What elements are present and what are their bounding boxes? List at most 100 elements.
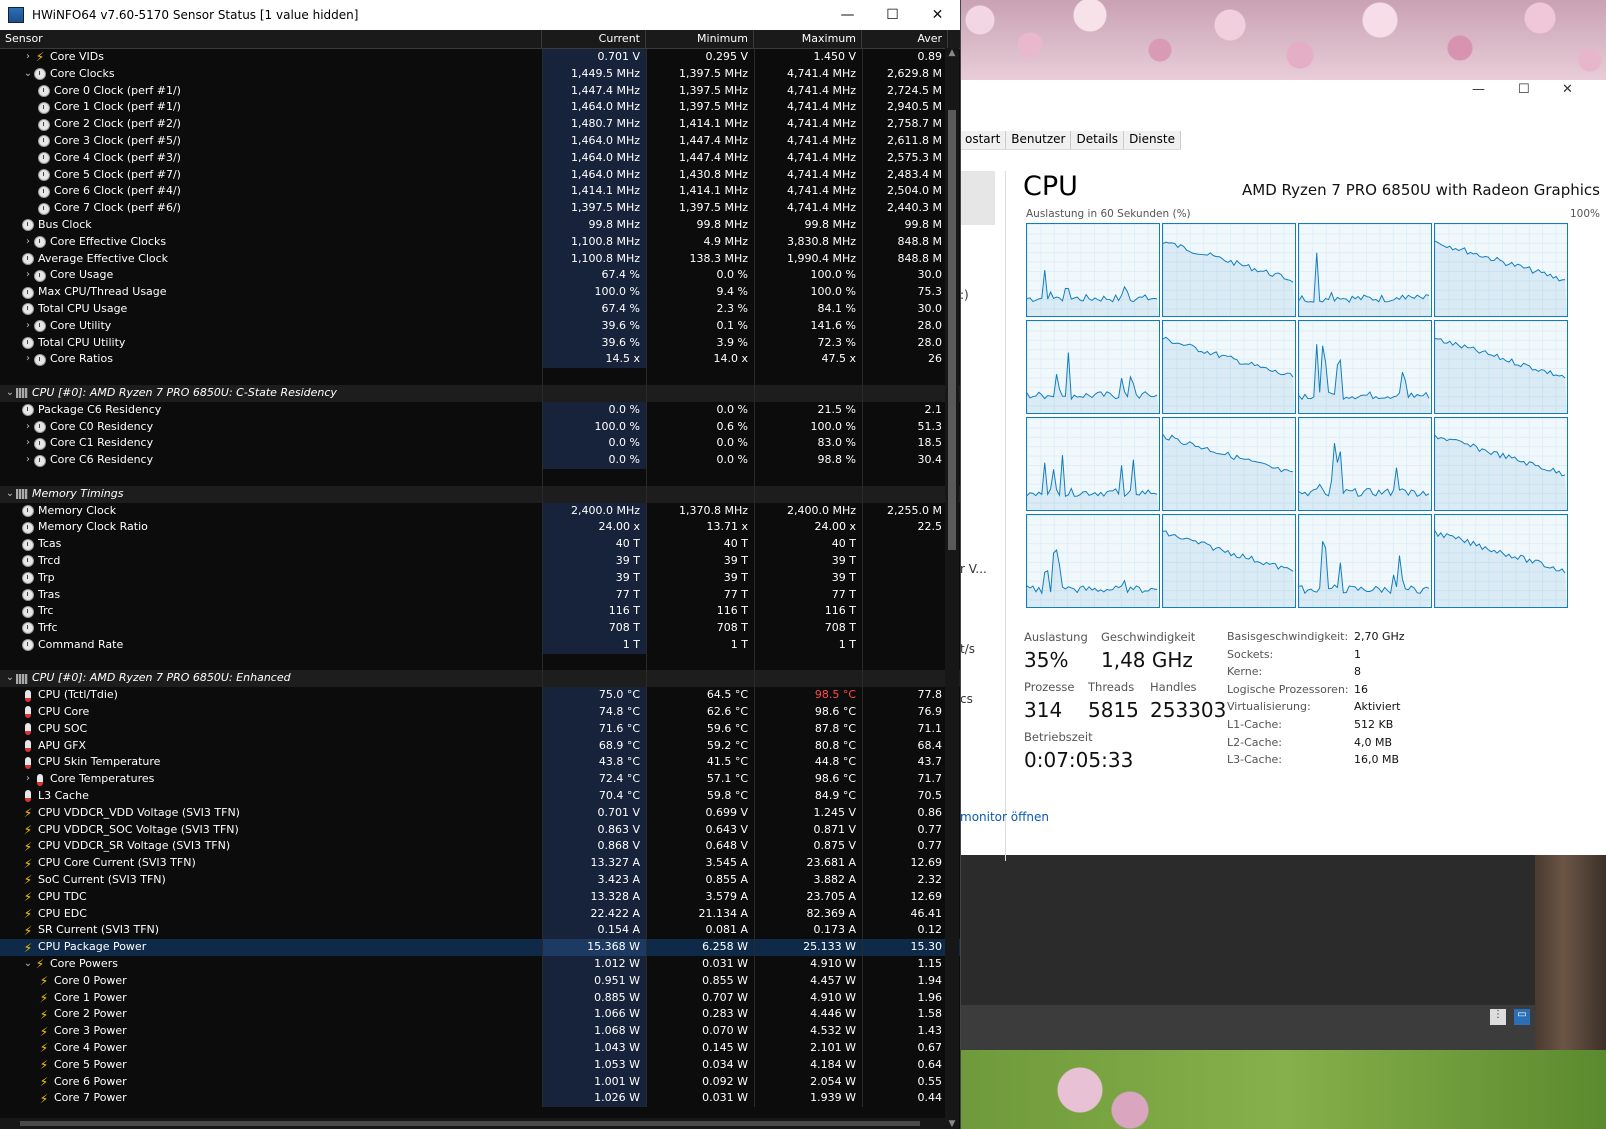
scroll-down-icon[interactable]: ▼ bbox=[945, 1119, 959, 1129]
table-row[interactable]: ⚡ Core 4 Power 1.043 W 0.145 W 2.101 W 0.67 bbox=[0, 1040, 960, 1057]
column-header-sensor[interactable]: Sensor bbox=[0, 30, 542, 48]
chevron-right-icon[interactable]: › bbox=[22, 267, 34, 284]
table-row[interactable]: ⚡ Core 1 Power 0.885 W 0.707 W 4.910 W 1.96 bbox=[0, 989, 960, 1007]
table-row[interactable]: Trcd 39 T 39 T 39 T bbox=[0, 552, 960, 570]
minimize-icon[interactable]: — bbox=[1472, 82, 1485, 97]
table-row[interactable]: ⚡ Core 0 Power 0.951 W 0.855 W 4.457 W 1.94 bbox=[0, 972, 960, 990]
table-row[interactable]: Total CPU Usage 67.4 % 2.3 % 84.1 % 30.0 bbox=[0, 300, 960, 318]
table-row[interactable]: Core 1 Clock (perf #1/) 1,464.0 MHz 1,397.… bbox=[0, 99, 960, 117]
vertical-scrollbar[interactable]: ▲ ▼ bbox=[945, 48, 959, 1129]
table-row[interactable]: ⌄ ⚡ Core Powers 1.012 W 0.031 W 4.910 W 1.15 bbox=[0, 956, 960, 973]
table-row[interactable]: ⚡ CPU VDDCR_VDD Voltage (SVI3 TFN) 0.701 V… bbox=[0, 804, 960, 822]
table-row[interactable]: › Core C0 Residency 100.0 % 0.6 % 100.0 % 51.… bbox=[0, 418, 960, 436]
table-row[interactable]: › ⚡ Core VIDs 0.701 V 0.295 V 1.450 V 0.89 bbox=[0, 49, 960, 66]
table-row[interactable]: Memory Clock Ratio 24.00 x 13.71 x 24.00 x2… bbox=[0, 519, 960, 537]
table-row[interactable]: Package C6 Residency 0.0 % 0.0 % 21.5 % 2.1 bbox=[0, 401, 960, 419]
graph-view-icon[interactable]: ▭ bbox=[1514, 1009, 1530, 1025]
table-row[interactable]: Trfc 708 T 708 T 708 T bbox=[0, 620, 960, 637]
chevron-right-icon[interactable]: › bbox=[22, 234, 34, 251]
chevron-right-icon[interactable]: › bbox=[22, 318, 34, 335]
table-row[interactable]: ⚡ CPU Package Power 15.368 W 6.258 W 25.133 … bbox=[0, 939, 960, 957]
table-row[interactable]: Core 2 Clock (perf #2/) 1,480.7 MHz 1,414.… bbox=[0, 116, 960, 133]
table-row[interactable]: ⚡ CPU EDC 22.422 A 21.134 A 82.369 A 46.41 bbox=[0, 905, 960, 923]
table-row[interactable]: Core 3 Clock (perf #5/) 1,464.0 MHz 1,447.… bbox=[0, 132, 960, 150]
scrollbar-thumb[interactable] bbox=[20, 1121, 920, 1126]
chevron-right-icon[interactable]: › bbox=[22, 452, 34, 469]
chevron-down-icon[interactable]: ⌄ bbox=[4, 670, 16, 687]
table-row[interactable]: CPU SOC 71.6 °C 59.6 °C 87.8 °C 71.1 bbox=[0, 720, 960, 738]
table-row[interactable]: CPU Core 74.8 °C 62.6 °C 98.6 °C 76.9 bbox=[0, 704, 960, 721]
table-row[interactable]: ⌄ Core Clocks 1,449.5 MHz 1,397.5 MHz 4,741.… bbox=[0, 65, 960, 83]
table-row[interactable]: Tcas 40 T 40 T 40 T bbox=[0, 536, 960, 553]
sidebar-truncated-text[interactable]: r V... bbox=[960, 562, 987, 576]
table-row[interactable]: ⚡ CPU TDC 13.328 A 3.579 A 23.705 A 12.69 bbox=[0, 888, 960, 906]
table-row[interactable]: › Core Temperatures 72.4 °C 57.1 °C 98.6 °C 7… bbox=[0, 771, 960, 789]
table-row[interactable]: Bus Clock 99.8 MHz 99.8 MHz 99.8 MHz 99.8 M bbox=[0, 216, 960, 234]
tab-autostart[interactable]: ostart bbox=[960, 131, 1007, 149]
chevron-down-icon[interactable]: ⌄ bbox=[4, 385, 16, 402]
table-row[interactable]: ⚡ Core 5 Power 1.053 W 0.034 W 4.184 W 0.64 bbox=[0, 1056, 960, 1074]
maximize-button[interactable]: ☐ bbox=[870, 0, 915, 30]
table-row[interactable]: › Core C6 Residency 0.0 % 0.0 % 98.8 % 30.4 bbox=[0, 452, 960, 469]
chevron-down-icon[interactable]: ⌄ bbox=[22, 66, 34, 83]
table-row[interactable]: Memory Clock 2,400.0 MHz 1,370.8 MHz 2,400.… bbox=[0, 502, 960, 520]
table-row[interactable]: Core 0 Clock (perf #1/) 1,447.4 MHz 1,397.… bbox=[0, 82, 960, 100]
column-header-average[interactable]: Aver bbox=[862, 30, 948, 48]
table-row[interactable]: L3 Cache 70.4 °C 59.8 °C 84.9 °C 70.5 bbox=[0, 788, 960, 805]
table-row[interactable]: Core 7 Clock (perf #6/) 1,397.5 MHz 1,397.… bbox=[0, 200, 960, 217]
chevron-right-icon[interactable]: › bbox=[22, 435, 34, 452]
chevron-right-icon[interactable]: › bbox=[22, 771, 34, 788]
table-row[interactable]: › Core Usage 67.4 % 0.0 % 100.0 % 30.0 bbox=[0, 267, 960, 285]
scroll-up-icon[interactable]: ▲ bbox=[945, 48, 959, 58]
sensor-group-header[interactable]: ⌄ Memory Timings bbox=[0, 485, 960, 503]
table-row[interactable]: ⚡ CPU Core Current (SVI3 TFN) 13.327 A 3.54… bbox=[0, 855, 960, 873]
chevron-right-icon[interactable]: › bbox=[22, 351, 34, 368]
table-row[interactable]: Core 5 Clock (perf #7/) 1,464.0 MHz 1,430.… bbox=[0, 166, 960, 184]
table-row[interactable]: › Core Effective Clocks 1,100.8 MHz 4.9 MHz… bbox=[0, 233, 960, 251]
table-row[interactable]: APU GFX 68.9 °C 59.2 °C 80.8 °C 68.4 bbox=[0, 737, 960, 755]
sidebar-truncated-text[interactable]: :) bbox=[960, 288, 969, 302]
horizontal-scrollbar[interactable] bbox=[0, 1118, 945, 1129]
column-header-current[interactable]: Current bbox=[542, 30, 646, 48]
sidebar-truncated-text[interactable]: cs bbox=[960, 692, 973, 706]
table-row[interactable]: Trp 39 T 39 T 39 T bbox=[0, 569, 960, 587]
table-row[interactable]: ⚡ Core 2 Power 1.066 W 0.283 W 4.446 W 1.58 bbox=[0, 1006, 960, 1024]
resource-monitor-link[interactable]: monitor öffnen bbox=[960, 810, 1049, 824]
table-row[interactable]: Core 4 Clock (perf #3/) 1,464.0 MHz 1,447.… bbox=[0, 149, 960, 167]
scrollbar-thumb[interactable] bbox=[948, 110, 956, 550]
table-row[interactable]: ⚡ Core 3 Power 1.068 W 0.070 W 4.532 W 1.43 bbox=[0, 1023, 960, 1041]
sensor-group-header[interactable]: ⌄ CPU [#0]: AMD Ryzen 7 PRO 6850U: C-Stat… bbox=[0, 384, 960, 402]
column-header-minimum[interactable]: Minimum bbox=[646, 30, 754, 48]
table-row[interactable]: Tras 77 T 77 T 77 T bbox=[0, 586, 960, 604]
column-header-maximum[interactable]: Maximum bbox=[754, 30, 862, 48]
close-icon[interactable]: ✕ bbox=[1562, 82, 1573, 97]
tab-details[interactable]: Details bbox=[1071, 131, 1125, 149]
table-row[interactable]: ⚡ SR Current (SVI3 TFN) 0.154 A 0.081 A 0.17… bbox=[0, 922, 960, 940]
tab-benutzer[interactable]: Benutzer bbox=[1006, 131, 1072, 149]
tab-dienste[interactable]: Dienste bbox=[1124, 131, 1181, 149]
table-row[interactable]: ⚡ Core 6 Power 1.001 W 0.092 W 2.054 W 0.55 bbox=[0, 1073, 960, 1091]
chevron-down-icon[interactable]: ⌄ bbox=[22, 956, 34, 973]
minimize-button[interactable]: — bbox=[825, 0, 870, 30]
sidebar-selected-item[interactable] bbox=[960, 171, 995, 225]
table-row[interactable]: Command Rate 1 T1 T1 T bbox=[0, 636, 960, 654]
table-row[interactable]: ⚡ CPU VDDCR_SOC Voltage (SVI3 TFN) 0.863 V… bbox=[0, 821, 960, 839]
list-view-icon[interactable]: ⋮ bbox=[1490, 1009, 1506, 1025]
table-row[interactable]: Max CPU/Thread Usage 100.0 % 9.4 % 100.0 % 7… bbox=[0, 284, 960, 301]
table-row[interactable]: CPU Skin Temperature 43.8 °C 41.5 °C 44.8 °… bbox=[0, 754, 960, 772]
chevron-down-icon[interactable]: ⌄ bbox=[4, 486, 16, 503]
maximize-icon[interactable]: ☐ bbox=[1518, 82, 1530, 97]
table-row[interactable]: Total CPU Utility 39.6 % 3.9 % 72.3 % 28.0 bbox=[0, 334, 960, 352]
table-row[interactable]: ⚡ Core 7 Power 1.026 W 0.031 W 1.939 W 0.44 bbox=[0, 1090, 960, 1108]
chevron-right-icon[interactable]: › bbox=[22, 419, 34, 436]
table-row[interactable]: › Core Utility 39.6 % 0.1 % 141.6 % 28.0 bbox=[0, 317, 960, 335]
table-row[interactable]: Trc 116 T 116 T 116 T bbox=[0, 603, 960, 621]
table-row[interactable]: Average Effective Clock 1,100.8 MHz 138.3 … bbox=[0, 250, 960, 268]
table-row[interactable]: › Core Ratios 14.5 x 14.0 x 47.5 x 26 bbox=[0, 351, 960, 369]
table-row[interactable]: ⚡ CPU VDDCR_SR Voltage (SVI3 TFN) 0.868 V0… bbox=[0, 838, 960, 856]
chevron-right-icon[interactable]: › bbox=[22, 49, 34, 66]
table-row[interactable]: › Core C1 Residency 0.0 % 0.0 % 83.0 % 18.5 bbox=[0, 435, 960, 453]
sidebar-truncated-text[interactable]: t/s bbox=[960, 642, 975, 656]
sensor-group-header[interactable]: ⌄ CPU [#0]: AMD Ryzen 7 PRO 6850U: Enhanc… bbox=[0, 670, 960, 688]
table-row[interactable]: CPU (Tctl/Tdie) 75.0 °C 64.5 °C 98.5 °C 77.8 bbox=[0, 687, 960, 705]
